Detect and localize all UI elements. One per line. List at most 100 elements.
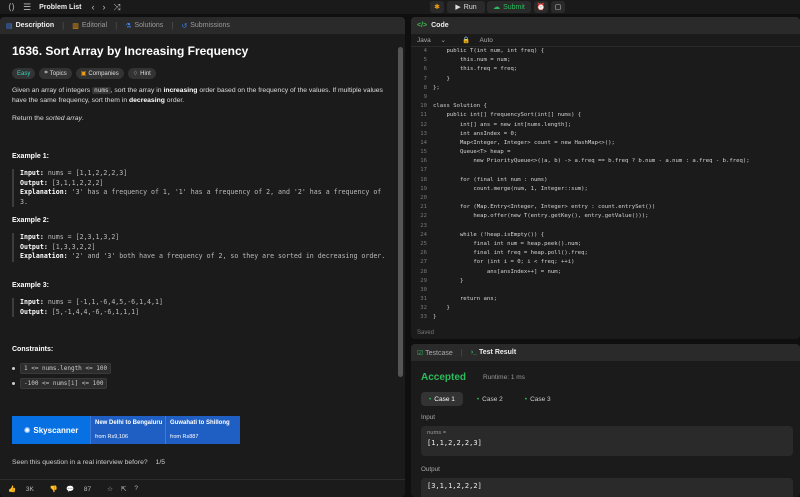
code-line[interactable]: 9	[411, 93, 800, 102]
code-line[interactable]: 26 final int freq = heap.poll().freq;	[411, 249, 800, 258]
tab-description[interactable]: ▤ Description	[6, 22, 54, 30]
scrollbar[interactable]	[398, 47, 403, 377]
like-button[interactable]: 👍 3K	[8, 485, 42, 493]
list-icon[interactable]: ☰	[23, 2, 31, 13]
code-text: Map<Integer, Integer> count = new HashMa…	[433, 139, 615, 146]
tab-testcase[interactable]: ☑ Testcase	[417, 349, 453, 357]
code-text: return ans;	[433, 296, 497, 303]
code-text: int ansIndex = 0;	[433, 130, 518, 137]
code-text: for (Map.Entry<Integer, Integer> entry :…	[433, 204, 656, 211]
seen-text: Seen this question in a real interview b…	[12, 459, 148, 466]
code-line[interactable]: 28 ans[ansIndex++] = num;	[411, 268, 800, 277]
code-editor[interactable]: 4 public T(int num, int freq) {5 this.nu…	[411, 47, 800, 323]
tab-editorial[interactable]: ▥ Editorial	[72, 22, 107, 30]
code-line[interactable]: 7 }	[411, 75, 800, 84]
code-line[interactable]: 6 this.freq = freq;	[411, 65, 800, 74]
constraint-code: 1 <= nums.length <= 100	[20, 363, 112, 374]
description-tabs: ▤ Description | ▥ Editorial | ⚗ Solution…	[0, 17, 405, 34]
play-icon: ▶	[455, 4, 461, 11]
code-line[interactable]: 16 new PriorityQueue<>((a, b) -> a.freq …	[411, 157, 800, 166]
top-bar: ⟨⟩ ☰ Problem List ‹ › ⤨ ✱ ▶ Run ☁ Submit…	[0, 0, 800, 14]
code-line[interactable]: 20	[411, 194, 800, 203]
thumbs-up-icon: 👍	[8, 485, 17, 493]
prev-icon[interactable]: ‹	[92, 2, 95, 12]
case-tab-1[interactable]: • Case 1	[421, 392, 463, 406]
language-label: Java	[417, 37, 431, 44]
code-line[interactable]: 32 }	[411, 304, 800, 313]
notes-button[interactable]: ▢	[551, 1, 565, 13]
ad-offer[interactable]: Guwahati to Shillong from Rs887	[165, 416, 240, 444]
code-line[interactable]: 14 Map<Integer, Integer> count = new Has…	[411, 139, 800, 148]
code-line[interactable]: 11 public int[] frequencySort(int[] nums…	[411, 111, 800, 120]
dislike-icon[interactable]: 👎	[50, 485, 58, 493]
code-line[interactable]: 24 while (!heap.isEmpty()) {	[411, 231, 800, 240]
topics-chip[interactable]: ⌗ Topics	[39, 68, 72, 79]
code-line[interactable]: 22 heap.offer(new T(entry.getKey(), entr…	[411, 212, 800, 221]
code-line[interactable]: 31 return ans;	[411, 295, 800, 304]
case-tab-2[interactable]: • Case 2	[469, 392, 511, 406]
code-line[interactable]: 17	[411, 166, 800, 175]
tab-divider: |	[460, 348, 463, 357]
code-header: </> Code	[411, 17, 800, 34]
submit-button[interactable]: ☁ Submit	[487, 1, 531, 13]
shuffle-icon[interactable]: ⤨	[114, 2, 121, 13]
tab-submissions[interactable]: ↺ Submissions	[181, 22, 230, 30]
tab-test-result[interactable]: ›_ Test Result	[471, 349, 516, 356]
case-tab-3[interactable]: • Case 3	[517, 392, 559, 406]
code-line[interactable]: 18 for (final int num : nums)	[411, 176, 800, 185]
line-number: 7	[423, 75, 427, 82]
comment-count: 87	[83, 485, 92, 493]
code-line[interactable]: 15 Queue<T> heap =	[411, 148, 800, 157]
example-input: nums = [1,1,2,2,2,3]	[47, 169, 128, 177]
share-icon[interactable]: ⇱	[121, 485, 126, 493]
code-line[interactable]: 13 int ansIndex = 0;	[411, 130, 800, 139]
hint-chip[interactable]: ♢ Hint	[127, 68, 156, 79]
problem-content: 1636. Sort Array by Increasing Frequency…	[12, 42, 395, 124]
saved-status: Saved	[417, 330, 435, 336]
inline-code: nums	[92, 87, 111, 94]
auto-mode[interactable]: 🔒 Auto	[462, 36, 501, 44]
next-icon[interactable]: ›	[103, 2, 106, 12]
run-button[interactable]: ▶ Run	[447, 1, 485, 13]
ad-offer[interactable]: New Delhi to Bengaluru from Rs9,106	[90, 416, 165, 444]
description-panel: ▤ Description | ▥ Editorial | ⚗ Solution…	[0, 17, 405, 497]
debug-button[interactable]: ✱	[430, 1, 444, 13]
leetcode-logo-icon[interactable]: ⟨⟩	[8, 2, 15, 13]
line-number: 21	[420, 204, 427, 211]
seen-count: 1/5	[155, 459, 165, 466]
code-line[interactable]: 4 public T(int num, int freq) {	[411, 47, 800, 56]
companies-chip[interactable]: ▣ Companies	[75, 68, 124, 79]
chip-label: Hint	[140, 70, 151, 77]
code-line[interactable]: 23	[411, 222, 800, 231]
tab-label: Submissions	[190, 22, 230, 29]
code-line[interactable]: 8};	[411, 84, 800, 93]
tab-solutions[interactable]: ⚗ Solutions	[125, 22, 163, 30]
code-line[interactable]: 21 for (Map.Entry<Integer, Integer> entr…	[411, 203, 800, 212]
timer-button[interactable]: ⏰	[534, 1, 548, 13]
line-number: 8	[423, 84, 427, 91]
code-line[interactable]: 25 final int num = heap.peek().num;	[411, 240, 800, 249]
chip-label: Topics	[49, 70, 67, 77]
example-title: Example 3:	[12, 282, 49, 289]
code-line[interactable]: 33}	[411, 313, 800, 322]
language-select[interactable]: Java ⌄	[417, 36, 454, 44]
code-text: }	[433, 314, 437, 321]
help-icon[interactable]: ?	[134, 485, 138, 492]
code-line[interactable]: 27 for (int i = 0; i < freq; ++i)	[411, 258, 800, 267]
problem-title[interactable]: 1636. Sort Array by Increasing Frequency	[12, 44, 395, 58]
comments-button[interactable]: 💬 87	[66, 485, 99, 493]
runtime: Runtime: 1 ms	[483, 374, 525, 381]
problem-list-link[interactable]: Problem List	[39, 4, 81, 11]
code-line[interactable]: 30	[411, 286, 800, 295]
star-icon[interactable]: ☆	[107, 485, 113, 493]
advertisement[interactable]: ✺ Skyscanner New Delhi to Bengaluru from…	[12, 416, 240, 444]
code-line[interactable]: 10 class Solution {	[411, 102, 800, 111]
var-value: [1,1,2,2,2,3]	[427, 439, 482, 447]
code-line[interactable]: 19 count.merge(num, 1, Integer::sum);	[411, 185, 800, 194]
code-line[interactable]: 5 this.num = num;	[411, 56, 800, 65]
code-line[interactable]: 12 int[] ans = new int[nums.length];	[411, 121, 800, 130]
output-label: Output	[421, 466, 440, 473]
code-line[interactable]: 29 }	[411, 277, 800, 286]
result-status: Accepted	[421, 372, 467, 383]
output-label: Output:	[20, 178, 48, 187]
